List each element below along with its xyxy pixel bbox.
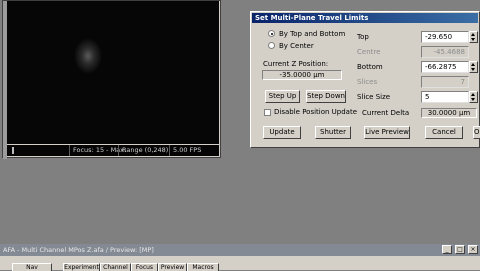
maximize-icon[interactable]: □ <box>455 245 465 254</box>
top-spinner[interactable] <box>469 31 478 43</box>
top-label: Top <box>357 33 369 41</box>
current-delta-label: Current Delta <box>362 109 410 117</box>
close-icon[interactable]: × <box>468 245 478 254</box>
step-down-button[interactable]: Step Down <box>306 90 346 103</box>
live-preview-window: Focus: 15 - Max: Range (0,248) 5.00 FPS <box>2 0 221 159</box>
slices-input: 7 <box>421 76 469 88</box>
centre-input: -45.4688 <box>421 46 469 58</box>
status-range: Range (0,248) <box>118 145 168 156</box>
top-input[interactable]: -29.650 <box>421 31 469 43</box>
bottom-label: Bottom <box>357 63 383 71</box>
cancel-button[interactable]: Cancel <box>425 126 463 139</box>
camera-preview-image[interactable] <box>7 1 219 144</box>
main-application-window: AFA - Multi Channel MPos Z.afa / Preview… <box>0 244 480 271</box>
multi-plane-travel-limits-dialog: Set Multi-Plane Travel Limits By Top and… <box>250 11 480 148</box>
live-preview-button[interactable]: Live Preview <box>364 126 410 139</box>
bottom-input[interactable]: -66.2875 <box>421 61 469 73</box>
current-delta-value: 30.0000 µm <box>421 108 477 118</box>
update-button[interactable]: Update <box>263 126 301 139</box>
step-up-button[interactable]: Step Up <box>265 90 300 103</box>
preview-status-bar: Focus: 15 - Max: Range (0,248) 5.00 FPS <box>7 145 219 156</box>
slice-size-spinner[interactable] <box>469 91 478 103</box>
slices-label: Slices <box>357 78 378 86</box>
minimize-icon[interactable]: _ <box>442 245 452 254</box>
slice-size-label: Slice Size <box>357 93 391 101</box>
disable-position-update-label: Disable Position Update <box>274 108 358 116</box>
shutter-button[interactable]: Shutter <box>315 126 351 139</box>
slice-size-input[interactable]: 5 <box>421 91 469 103</box>
status-fps: 5.00 FPS <box>169 145 201 156</box>
dialog-title-bar: Set Multi-Plane Travel Limits <box>252 13 478 23</box>
bottom-spinner[interactable] <box>469 61 478 73</box>
centre-label: Centre <box>357 48 381 56</box>
status-bar-marker <box>12 147 14 154</box>
app-title-bar: AFA - Multi Channel MPos Z.afa / Preview… <box>0 244 480 256</box>
radio-unselected-icon[interactable] <box>268 42 275 49</box>
ok-button[interactable]: OK <box>473 126 480 139</box>
disable-position-update-checkbox[interactable] <box>264 109 271 116</box>
radio-selected-icon[interactable] <box>268 30 275 37</box>
current-z-label: Current Z Position: <box>263 60 329 68</box>
app-title-text: AFA - Multi Channel MPos Z.afa / Preview… <box>3 246 154 254</box>
current-z-value: -35.0000 µm <box>262 70 342 80</box>
